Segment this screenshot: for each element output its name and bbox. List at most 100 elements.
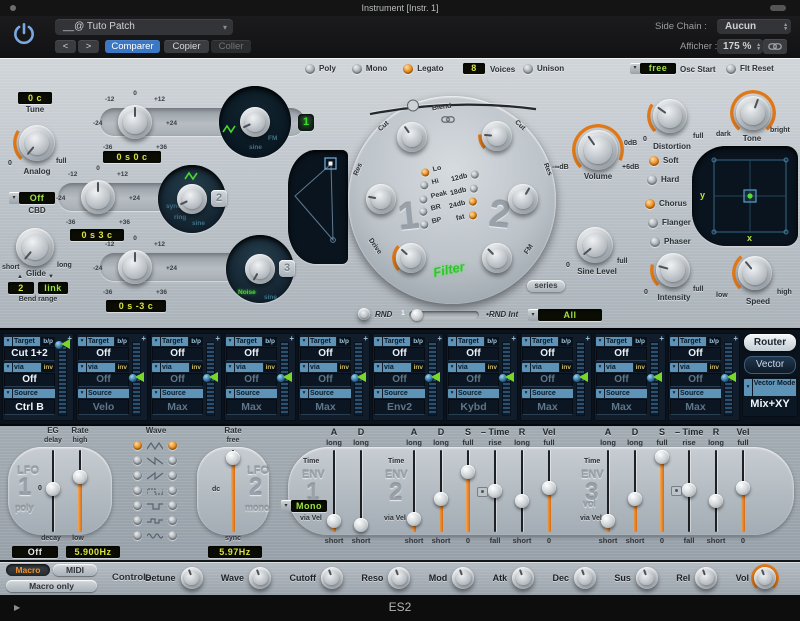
source-header[interactable]: Source xyxy=(383,388,425,398)
amount-slider-handle[interactable] xyxy=(431,372,440,382)
target-header[interactable]: Target xyxy=(605,336,633,346)
amount-slider[interactable]: + xyxy=(572,334,590,416)
osc1-wave-knob[interactable] xyxy=(240,107,270,137)
amount-slider[interactable]: + xyxy=(720,334,738,416)
amount-slider[interactable]: + xyxy=(350,334,368,416)
macro-knob[interactable] xyxy=(452,567,475,589)
distortion-knob[interactable] xyxy=(653,99,687,133)
tune-lcd[interactable]: 0 c xyxy=(18,92,52,104)
bend-range-lcd[interactable]: 2 xyxy=(8,282,34,294)
invert-toggle[interactable]: inv xyxy=(115,362,129,372)
filter1-res-knob[interactable] xyxy=(366,184,396,214)
power-button[interactable] xyxy=(11,21,37,47)
invert-toggle[interactable]: inv xyxy=(633,362,647,372)
invert-toggle[interactable]: inv xyxy=(411,362,425,372)
target-dropdown-arrow-icon[interactable]: ▾ xyxy=(152,336,160,346)
via-dropdown-arrow-icon[interactable]: ▾ xyxy=(448,362,456,372)
amount-slider-handle[interactable] xyxy=(135,372,144,382)
source-value[interactable]: Max xyxy=(596,399,647,415)
target-value[interactable]: Off xyxy=(670,347,721,361)
analog-knob[interactable] xyxy=(19,125,55,161)
via-header[interactable]: via xyxy=(309,362,337,372)
target-header[interactable]: Target xyxy=(13,336,41,346)
flanger-radio[interactable] xyxy=(648,217,658,228)
filter1-cutoff-knob[interactable] xyxy=(397,122,427,152)
source-dropdown-arrow-icon[interactable]: ▾ xyxy=(448,388,456,398)
source-value[interactable]: Max xyxy=(226,399,277,415)
source-header[interactable]: Source xyxy=(309,388,351,398)
paste-button[interactable]: Coller xyxy=(211,40,251,53)
source-dropdown-arrow-icon[interactable]: ▾ xyxy=(300,388,308,398)
env-slider-handle[interactable] xyxy=(542,480,556,495)
bypass-toggle[interactable]: b/p xyxy=(707,336,721,346)
source-dropdown-arrow-icon[interactable]: ▾ xyxy=(152,388,160,398)
macro-knob[interactable] xyxy=(388,567,411,589)
source-dropdown-arrow-icon[interactable]: ▾ xyxy=(522,388,530,398)
side-chain-select[interactable]: Aucun ▴ ▾ xyxy=(717,19,791,34)
unison-radio[interactable] xyxy=(523,63,533,74)
lfo1-eg-lcd[interactable]: Off xyxy=(12,546,58,558)
via-header[interactable]: via xyxy=(605,362,633,372)
amount-slider-handle[interactable] xyxy=(357,372,366,382)
bypass-toggle[interactable]: b/p xyxy=(411,336,425,346)
chorus-radio[interactable] xyxy=(645,198,655,209)
source-dropdown-arrow-icon[interactable]: ▾ xyxy=(670,388,678,398)
source-value[interactable]: Max xyxy=(670,399,721,415)
peak-radio[interactable] xyxy=(418,194,429,204)
filter1-drive-knob[interactable] xyxy=(396,243,426,273)
lfo1-rate-lcd[interactable]: 5.900Hz xyxy=(66,546,120,558)
window-pill-icon[interactable] xyxy=(770,5,786,11)
via-dropdown-arrow-icon[interactable]: ▾ xyxy=(522,362,530,372)
via-dropdown-arrow-icon[interactable]: ▾ xyxy=(300,362,308,372)
via-header[interactable]: via xyxy=(161,362,189,372)
midi-tab[interactable]: MIDI xyxy=(53,564,97,576)
copy-button[interactable]: Copier xyxy=(164,40,209,53)
br-radio[interactable] xyxy=(418,206,429,217)
target-value[interactable]: Cut 1+2 xyxy=(4,347,55,361)
window-dot-icon[interactable] xyxy=(10,5,16,11)
via-value[interactable]: Off xyxy=(596,373,647,387)
lo-radio[interactable] xyxy=(420,167,431,177)
env-slider[interactable] xyxy=(327,450,341,532)
vector-mode-select[interactable]: ▾ Vector Mode Mix+XY xyxy=(742,377,798,417)
target-value[interactable]: Off xyxy=(448,347,499,361)
env-slider-handle[interactable] xyxy=(327,513,341,528)
source-dropdown-arrow-icon[interactable]: ▾ xyxy=(4,388,12,398)
invert-toggle[interactable]: inv xyxy=(41,362,55,372)
target-value[interactable]: Off xyxy=(152,347,203,361)
glide-knob[interactable] xyxy=(16,228,54,266)
source-dropdown-arrow-icon[interactable]: ▾ xyxy=(78,388,86,398)
intensity-knob[interactable] xyxy=(656,253,690,287)
via-header[interactable]: via xyxy=(87,362,115,372)
xy-pad[interactable] xyxy=(692,146,798,246)
env-slider[interactable] xyxy=(601,450,615,532)
via-value[interactable]: Off xyxy=(522,373,573,387)
via-header[interactable]: via xyxy=(457,362,485,372)
target-value[interactable]: Off xyxy=(522,347,573,361)
bp-radio[interactable] xyxy=(419,219,430,230)
source-header[interactable]: Source xyxy=(161,388,203,398)
via-value[interactable]: Off xyxy=(4,373,55,387)
amount-slider[interactable]: + xyxy=(54,334,72,416)
target-dropdown-arrow-icon[interactable]: ▾ xyxy=(78,336,86,346)
source-value[interactable]: Max xyxy=(300,399,351,415)
target-value[interactable]: Off xyxy=(300,347,351,361)
target-value[interactable]: Off xyxy=(596,347,647,361)
vector-tab[interactable]: Vector xyxy=(744,356,796,374)
target-header[interactable]: Target xyxy=(87,336,115,346)
amount-slider[interactable]: + xyxy=(202,334,220,416)
series-button[interactable]: series xyxy=(527,280,565,292)
env-slider[interactable] xyxy=(628,450,642,532)
target-header[interactable]: Target xyxy=(531,336,559,346)
target-header[interactable]: Target xyxy=(383,336,411,346)
fat-radio[interactable] xyxy=(467,210,478,220)
env-slider-handle[interactable] xyxy=(461,465,475,480)
via-dropdown-arrow-icon[interactable]: ▾ xyxy=(374,362,382,372)
rnd-target-dropdown-arrow[interactable]: ▾ xyxy=(528,309,538,321)
filter2-cutoff-knob[interactable] xyxy=(482,121,512,151)
volume-knob[interactable] xyxy=(578,130,618,170)
macro-knob[interactable] xyxy=(635,567,658,589)
bypass-toggle[interactable]: b/p xyxy=(189,336,203,346)
compare-button[interactable]: Comparer xyxy=(105,40,160,53)
rnd-slider[interactable] xyxy=(409,309,479,321)
